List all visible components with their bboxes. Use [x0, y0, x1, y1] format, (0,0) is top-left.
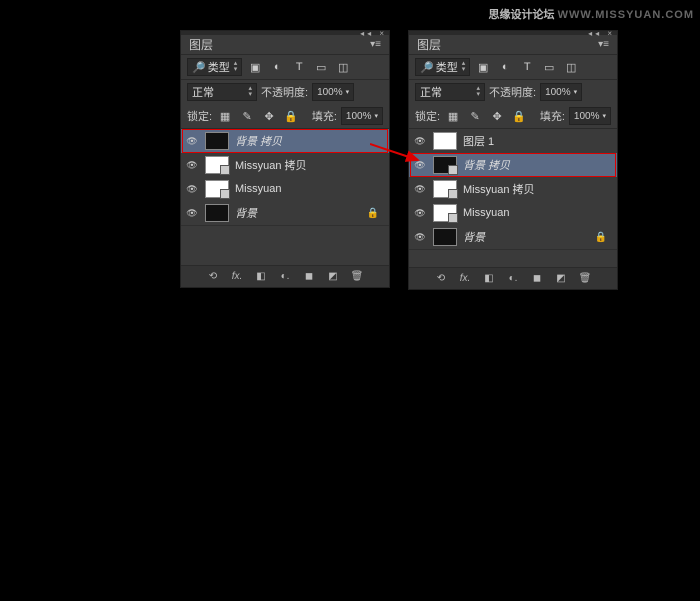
lock-transparent-icon[interactable]: ▦ [444, 107, 462, 125]
layer-row[interactable]: 背景 🔒 [181, 201, 389, 225]
layers-list: 背景 拷贝 Missyuan 拷贝 Missyuan 背景 🔒 [181, 129, 389, 225]
layer-name[interactable]: 背景 拷贝 [235, 133, 282, 149]
fill-input[interactable]: 100%▾ [569, 107, 611, 125]
blend-mode-select[interactable]: 正常▴▾ [415, 83, 485, 101]
layer-thumb[interactable] [205, 204, 229, 222]
lock-icon: 🔒 [595, 232, 613, 243]
new-icon[interactable]: ◩ [554, 273, 568, 284]
filter-type-select[interactable]: 🔎类型▴▾ [415, 58, 470, 76]
visibility-icon[interactable] [185, 136, 199, 147]
filter-adjust-icon[interactable]: ◐ [496, 58, 514, 76]
layers-footer: ⟲ fx. ◧ ◐. ◼ ◩ 🗑 [409, 267, 617, 289]
filter-type-icon[interactable]: T [518, 58, 536, 76]
layer-thumb[interactable] [205, 132, 229, 150]
panel-menu-icon[interactable]: ▾≡ [370, 39, 381, 50]
filter-smart-icon[interactable]: ◫ [562, 58, 580, 76]
layer-thumb[interactable] [433, 180, 457, 198]
lock-transparent-icon[interactable]: ▦ [216, 107, 234, 125]
lock-label: 锁定: [187, 108, 212, 124]
lock-icon: 🔒 [367, 208, 385, 219]
adjust-icon[interactable]: ◐. [278, 271, 292, 282]
blend-mode-select[interactable]: 正常▴▾ [187, 83, 257, 101]
lock-all-icon[interactable]: 🔒 [510, 107, 528, 125]
lock-pos-icon[interactable]: ✥ [260, 107, 278, 125]
filter-shape-icon[interactable]: ▭ [312, 58, 330, 76]
fx-icon[interactable]: fx. [230, 271, 244, 282]
layers-list: 图层 1 背景 拷贝 Missyuan 拷贝 Missyuan 背景 🔒 [409, 129, 617, 249]
collapse-icon[interactable]: ◂◂ × [588, 29, 615, 38]
filter-pixel-icon[interactable]: ▣ [246, 58, 264, 76]
layers-panel-left: ◂◂ × 图层 ▾≡ 🔎类型▴▾ ▣ ◐ T ▭ ◫ 正常▴▾ 不透明度: 10… [180, 30, 390, 288]
filter-shape-icon[interactable]: ▭ [540, 58, 558, 76]
layer-thumb[interactable] [205, 180, 229, 198]
link-icon[interactable]: ⟲ [206, 271, 220, 282]
layer-row[interactable]: 背景 拷贝 [181, 129, 389, 153]
visibility-icon[interactable] [413, 184, 427, 195]
layer-row[interactable]: 背景 拷贝 [409, 153, 617, 177]
visibility-icon[interactable] [413, 136, 427, 147]
opacity-input[interactable]: 100%▾ [312, 83, 354, 101]
layer-thumb[interactable] [205, 156, 229, 174]
filter-pixel-icon[interactable]: ▣ [474, 58, 492, 76]
visibility-icon[interactable] [185, 160, 199, 171]
layer-thumb[interactable] [433, 132, 457, 150]
filter-type-select[interactable]: 🔎类型▴▾ [187, 58, 242, 76]
mask-icon[interactable]: ◧ [254, 271, 268, 282]
layer-row[interactable]: 背景 🔒 [409, 225, 617, 249]
layer-name[interactable]: Missyuan [463, 207, 509, 219]
panel-title[interactable]: 图层 [189, 36, 213, 53]
filter-smart-icon[interactable]: ◫ [334, 58, 352, 76]
filter-type-icon[interactable]: T [290, 58, 308, 76]
adjust-icon[interactable]: ◐. [506, 273, 520, 284]
layer-row[interactable]: Missyuan 拷贝 [409, 177, 617, 201]
layer-row[interactable]: Missyuan [181, 177, 389, 201]
fill-label: 填充: [540, 108, 565, 124]
fx-icon[interactable]: fx. [458, 273, 472, 284]
panel-menu-icon[interactable]: ▾≡ [598, 39, 609, 50]
watermark: 思缘设计论坛 WWW.MISSYUAN.COM [489, 6, 694, 22]
layer-row[interactable]: Missyuan 拷贝 [181, 153, 389, 177]
link-icon[interactable]: ⟲ [434, 273, 448, 284]
layer-name[interactable]: 图层 1 [463, 133, 494, 149]
visibility-icon[interactable] [413, 160, 427, 171]
layer-name[interactable]: Missyuan [235, 183, 281, 195]
layer-thumb[interactable] [433, 204, 457, 222]
layers-footer: ⟲ fx. ◧ ◐. ◼ ◩ 🗑 [181, 265, 389, 287]
layer-name[interactable]: 背景 拷贝 [463, 157, 510, 173]
lock-all-icon[interactable]: 🔒 [282, 107, 300, 125]
layer-name[interactable]: Missyuan 拷贝 [235, 157, 307, 173]
layer-name[interactable]: 背景 [463, 229, 485, 245]
fill-input[interactable]: 100%▾ [341, 107, 383, 125]
opacity-label: 不透明度: [261, 84, 308, 100]
layer-thumb[interactable] [433, 228, 457, 246]
trash-icon[interactable]: 🗑 [578, 273, 592, 284]
trash-icon[interactable]: 🗑 [350, 271, 364, 282]
visibility-icon[interactable] [413, 208, 427, 219]
layer-name[interactable]: 背景 [235, 205, 257, 221]
visibility-icon[interactable] [413, 232, 427, 243]
mask-icon[interactable]: ◧ [482, 273, 496, 284]
collapse-icon[interactable]: ◂◂ × [360, 29, 387, 38]
layer-name[interactable]: Missyuan 拷贝 [463, 181, 535, 197]
visibility-icon[interactable] [185, 184, 199, 195]
lock-pos-icon[interactable]: ✥ [488, 107, 506, 125]
layers-panel-right: ◂◂ × 图层 ▾≡ 🔎类型▴▾ ▣ ◐ T ▭ ◫ 正常▴▾ 不透明度: 10… [408, 30, 618, 290]
opacity-label: 不透明度: [489, 84, 536, 100]
lock-label: 锁定: [415, 108, 440, 124]
visibility-icon[interactable] [185, 208, 199, 219]
layer-row[interactable]: 图层 1 [409, 129, 617, 153]
fill-label: 填充: [312, 108, 337, 124]
layer-row[interactable]: Missyuan [409, 201, 617, 225]
filter-adjust-icon[interactable]: ◐ [268, 58, 286, 76]
lock-paint-icon[interactable]: ✎ [238, 107, 256, 125]
panel-title[interactable]: 图层 [417, 36, 441, 53]
group-icon[interactable]: ◼ [530, 273, 544, 284]
layer-thumb[interactable] [433, 156, 457, 174]
group-icon[interactable]: ◼ [302, 271, 316, 282]
lock-paint-icon[interactable]: ✎ [466, 107, 484, 125]
opacity-input[interactable]: 100%▾ [540, 83, 582, 101]
new-icon[interactable]: ◩ [326, 271, 340, 282]
